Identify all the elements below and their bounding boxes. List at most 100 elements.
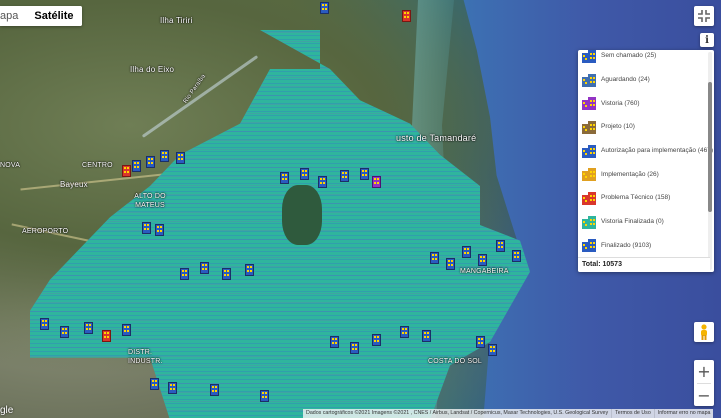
- map-type-satellite-button[interactable]: Satélite: [26, 6, 82, 26]
- building-icon: [582, 238, 596, 253]
- legend-item-label: Vistoria (760): [601, 99, 640, 107]
- fullscreen-exit-icon: [698, 10, 710, 22]
- building-marker[interactable]: [146, 156, 155, 168]
- building-icon: [582, 73, 596, 87]
- legend-scrollbar-thumb[interactable]: [708, 82, 712, 212]
- legend-item: Vistoria Finalizada (0): [578, 210, 706, 234]
- place-label: Ilha do Eixo: [130, 65, 175, 74]
- building-marker[interactable]: [330, 336, 339, 348]
- place-label: CENTRO: [82, 162, 113, 169]
- legend-list: Sem chamado (25) Aguardando (24) Vistoria …: [578, 50, 713, 258]
- legend-item-label: Vistoria Finalizada (0): [601, 218, 664, 226]
- building-marker[interactable]: [280, 172, 289, 184]
- building-marker[interactable]: [60, 326, 69, 338]
- legend-item-label: Implementação (26): [601, 170, 659, 178]
- legend-item-label: Finalizado (9103): [601, 241, 652, 249]
- place-label: Ilha Tiriri: [160, 16, 193, 25]
- building-marker[interactable]: [300, 168, 309, 180]
- legend-total-label: Total:: [582, 261, 601, 268]
- report-error-link[interactable]: Informar erro no mapa: [653, 409, 714, 418]
- building-marker[interactable]: [430, 252, 439, 264]
- building-icon: [582, 144, 596, 158]
- legend-item: Sem chamado (25): [578, 50, 706, 68]
- building-marker[interactable]: [462, 246, 471, 258]
- building-marker[interactable]: [360, 168, 369, 180]
- pegman-icon: [701, 324, 707, 340]
- map-type-control: apa Satélite: [0, 6, 82, 26]
- legend-item-label: Projeto (10): [601, 123, 635, 131]
- building-marker[interactable]: [176, 152, 185, 164]
- building-marker[interactable]: [402, 10, 411, 22]
- building-marker[interactable]: [132, 160, 141, 172]
- legend-item-label: Sem chamado (25): [601, 52, 657, 60]
- place-label: Bayeux: [60, 180, 88, 189]
- zoom-in-button[interactable]: +: [694, 360, 714, 383]
- legend-item: Autorização para implementação (467): [578, 139, 713, 163]
- building-marker[interactable]: [496, 240, 505, 252]
- legend-total-value: 10573: [602, 261, 622, 268]
- building-marker[interactable]: [200, 262, 209, 274]
- legend-item-label: Problema Técnico (158): [601, 194, 671, 202]
- legend-item-label: Aguardando (24): [601, 76, 650, 84]
- legend-item: Finalizado (9103): [578, 234, 706, 258]
- place-label: COSTA DO SOL: [428, 358, 483, 365]
- place-label: ALTO DO MATEUS: [134, 193, 166, 209]
- building-marker[interactable]: [446, 258, 455, 270]
- legend-total: Total: 10573: [578, 257, 710, 272]
- map-attribution: Dados cartográficos ©2021 Imagens ©2021 …: [303, 409, 714, 418]
- building-marker[interactable]: [478, 254, 487, 266]
- building-marker[interactable]: [40, 318, 49, 330]
- zoom-out-button[interactable]: −: [694, 384, 714, 407]
- legend-item: Projeto (10): [578, 115, 706, 139]
- building-marker[interactable]: [476, 336, 485, 348]
- building-marker[interactable]: [400, 326, 409, 338]
- street-view-button[interactable]: [694, 322, 714, 342]
- building-marker[interactable]: [168, 382, 177, 394]
- map-type-map-button[interactable]: apa: [0, 6, 27, 26]
- building-icon: [582, 191, 596, 205]
- legend-item: Implementação (26): [578, 162, 706, 186]
- building-marker[interactable]: [318, 176, 327, 188]
- building-marker[interactable]: [222, 268, 231, 280]
- building-marker[interactable]: [245, 264, 254, 276]
- place-label: usto de Tamandaré: [396, 133, 477, 143]
- building-marker[interactable]: [372, 176, 381, 188]
- building-icon: [582, 96, 596, 111]
- building-marker[interactable]: [84, 322, 93, 334]
- attribution-text: Dados cartográficos ©2021 Imagens ©2021 …: [306, 410, 609, 416]
- place-label: AEROPORTO: [22, 228, 69, 235]
- building-marker[interactable]: [372, 334, 381, 346]
- building-marker[interactable]: [260, 390, 269, 402]
- building-marker[interactable]: [210, 384, 219, 396]
- building-marker[interactable]: [150, 378, 159, 390]
- place-label: DISTR. INDUSTR.: [128, 349, 163, 365]
- building-marker[interactable]: [340, 170, 349, 182]
- info-button[interactable]: i: [700, 33, 714, 47]
- place-label: MANGABEIRA: [460, 268, 509, 275]
- building-marker[interactable]: [102, 330, 111, 342]
- building-marker[interactable]: [122, 324, 131, 336]
- legend-item-label: Autorização para implementação (467): [601, 147, 714, 155]
- zoom-control: + −: [694, 360, 714, 406]
- legend-item: Vistoria (760): [578, 91, 706, 115]
- building-marker[interactable]: [422, 330, 431, 342]
- building-marker[interactable]: [180, 268, 189, 280]
- building-icon: [582, 215, 596, 229]
- legend-scrollbar[interactable]: [708, 52, 712, 270]
- uncovered-area: [282, 185, 322, 245]
- legend-item: Aguardando (24): [578, 68, 706, 92]
- building-icon: [582, 50, 596, 63]
- building-icon: [582, 167, 596, 182]
- fullscreen-button[interactable]: [694, 6, 714, 26]
- building-marker[interactable]: [160, 150, 169, 162]
- terms-link[interactable]: Termos de Uso: [611, 409, 654, 418]
- building-marker[interactable]: [155, 224, 164, 236]
- building-marker[interactable]: [350, 342, 359, 354]
- status-legend: Sem chamado (25) Aguardando (24) Vistoria …: [578, 50, 714, 272]
- building-marker[interactable]: [488, 344, 497, 356]
- building-marker[interactable]: [320, 2, 329, 14]
- building-marker[interactable]: [512, 250, 521, 262]
- place-label: NOVA: [0, 162, 21, 169]
- building-marker[interactable]: [122, 165, 131, 177]
- building-marker[interactable]: [142, 222, 151, 234]
